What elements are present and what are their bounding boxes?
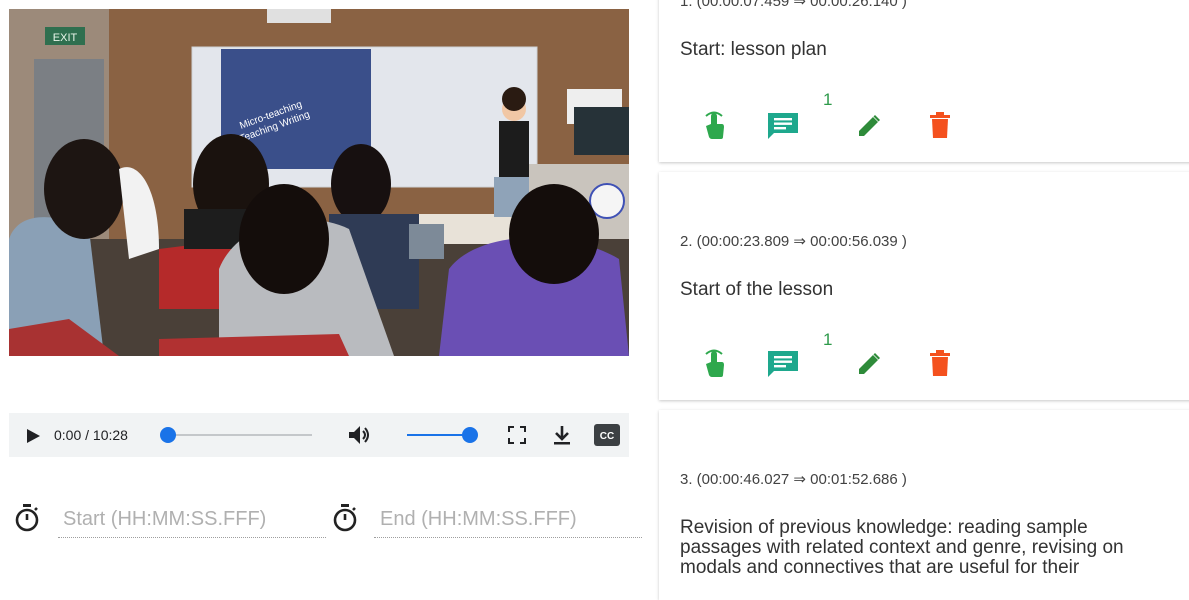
volume-slider[interactable] bbox=[407, 427, 478, 443]
annotation-range: 1. (00:00:07.459 ⇒ 00:00:26.140 ) bbox=[680, 0, 907, 10]
exit-sign: EXIT bbox=[53, 32, 78, 44]
stopwatch-icon[interactable] bbox=[14, 504, 40, 537]
classroom-image: EXIT Micro-teaching Teaching Writing bbox=[9, 9, 629, 356]
delete-icon[interactable] bbox=[930, 112, 950, 143]
captions-icon[interactable]: CC bbox=[594, 424, 620, 451]
end-time-placeholder: End (HH:MM:SS.FFF) bbox=[380, 508, 577, 530]
svg-text:CC: CC bbox=[600, 431, 614, 442]
download-icon[interactable] bbox=[551, 424, 573, 451]
play-icon[interactable] bbox=[25, 428, 41, 449]
touch-icon[interactable] bbox=[702, 110, 726, 145]
start-time-placeholder: Start (HH:MM:SS.FFF) bbox=[63, 508, 267, 530]
annotation-card: 3. (00:00:46.027 ⇒ 00:01:52.686 ) Revisi… bbox=[659, 410, 1189, 600]
annotation-range: 3. (00:00:46.027 ⇒ 00:01:52.686 ) bbox=[680, 471, 907, 488]
fullscreen-icon[interactable] bbox=[508, 426, 526, 449]
edit-icon[interactable] bbox=[857, 114, 881, 143]
annotation-card: 2. (00:00:23.809 ⇒ 00:00:56.039 ) Start … bbox=[659, 172, 1189, 400]
start-time-input[interactable]: Start (HH:MM:SS.FFF) bbox=[58, 498, 326, 538]
annotation-actions: 1 bbox=[659, 90, 979, 146]
annotation-text: Start: lesson plan bbox=[680, 39, 827, 60]
video-controls: 0:00 / 10:28 CC bbox=[9, 413, 629, 457]
annotation-text: Start of the lesson bbox=[680, 279, 834, 300]
comment-count: 1 bbox=[823, 330, 833, 349]
annotation-range: 2. (00:00:23.809 ⇒ 00:00:56.039 ) bbox=[680, 233, 907, 250]
video-frame[interactable]: EXIT Micro-teaching Teaching Writing bbox=[9, 9, 629, 356]
end-time-input[interactable]: End (HH:MM:SS.FFF) bbox=[374, 498, 642, 538]
annotation-card: 1. (00:00:07.459 ⇒ 00:00:26.140 ) Start:… bbox=[659, 0, 1189, 162]
edit-icon[interactable] bbox=[857, 352, 881, 381]
comment-count: 1 bbox=[823, 90, 833, 109]
annotation-text: Revision of previous knowledge: reading … bbox=[680, 517, 1124, 578]
volume-thumb[interactable] bbox=[462, 427, 478, 443]
annotation-actions: 1 bbox=[659, 330, 979, 384]
end-time-field: End (HH:MM:SS.FFF) bbox=[332, 498, 642, 538]
comment-icon[interactable] bbox=[768, 113, 798, 144]
volume-icon[interactable] bbox=[346, 423, 374, 452]
comment-icon[interactable] bbox=[768, 351, 798, 382]
progress-thumb[interactable] bbox=[160, 427, 176, 443]
time-display: 0:00 / 10:28 bbox=[54, 427, 128, 443]
touch-icon[interactable] bbox=[702, 348, 726, 383]
progress-bar[interactable] bbox=[160, 427, 312, 443]
delete-icon[interactable] bbox=[930, 350, 950, 381]
stopwatch-icon[interactable] bbox=[332, 504, 358, 537]
start-time-field: Start (HH:MM:SS.FFF) bbox=[14, 498, 326, 538]
